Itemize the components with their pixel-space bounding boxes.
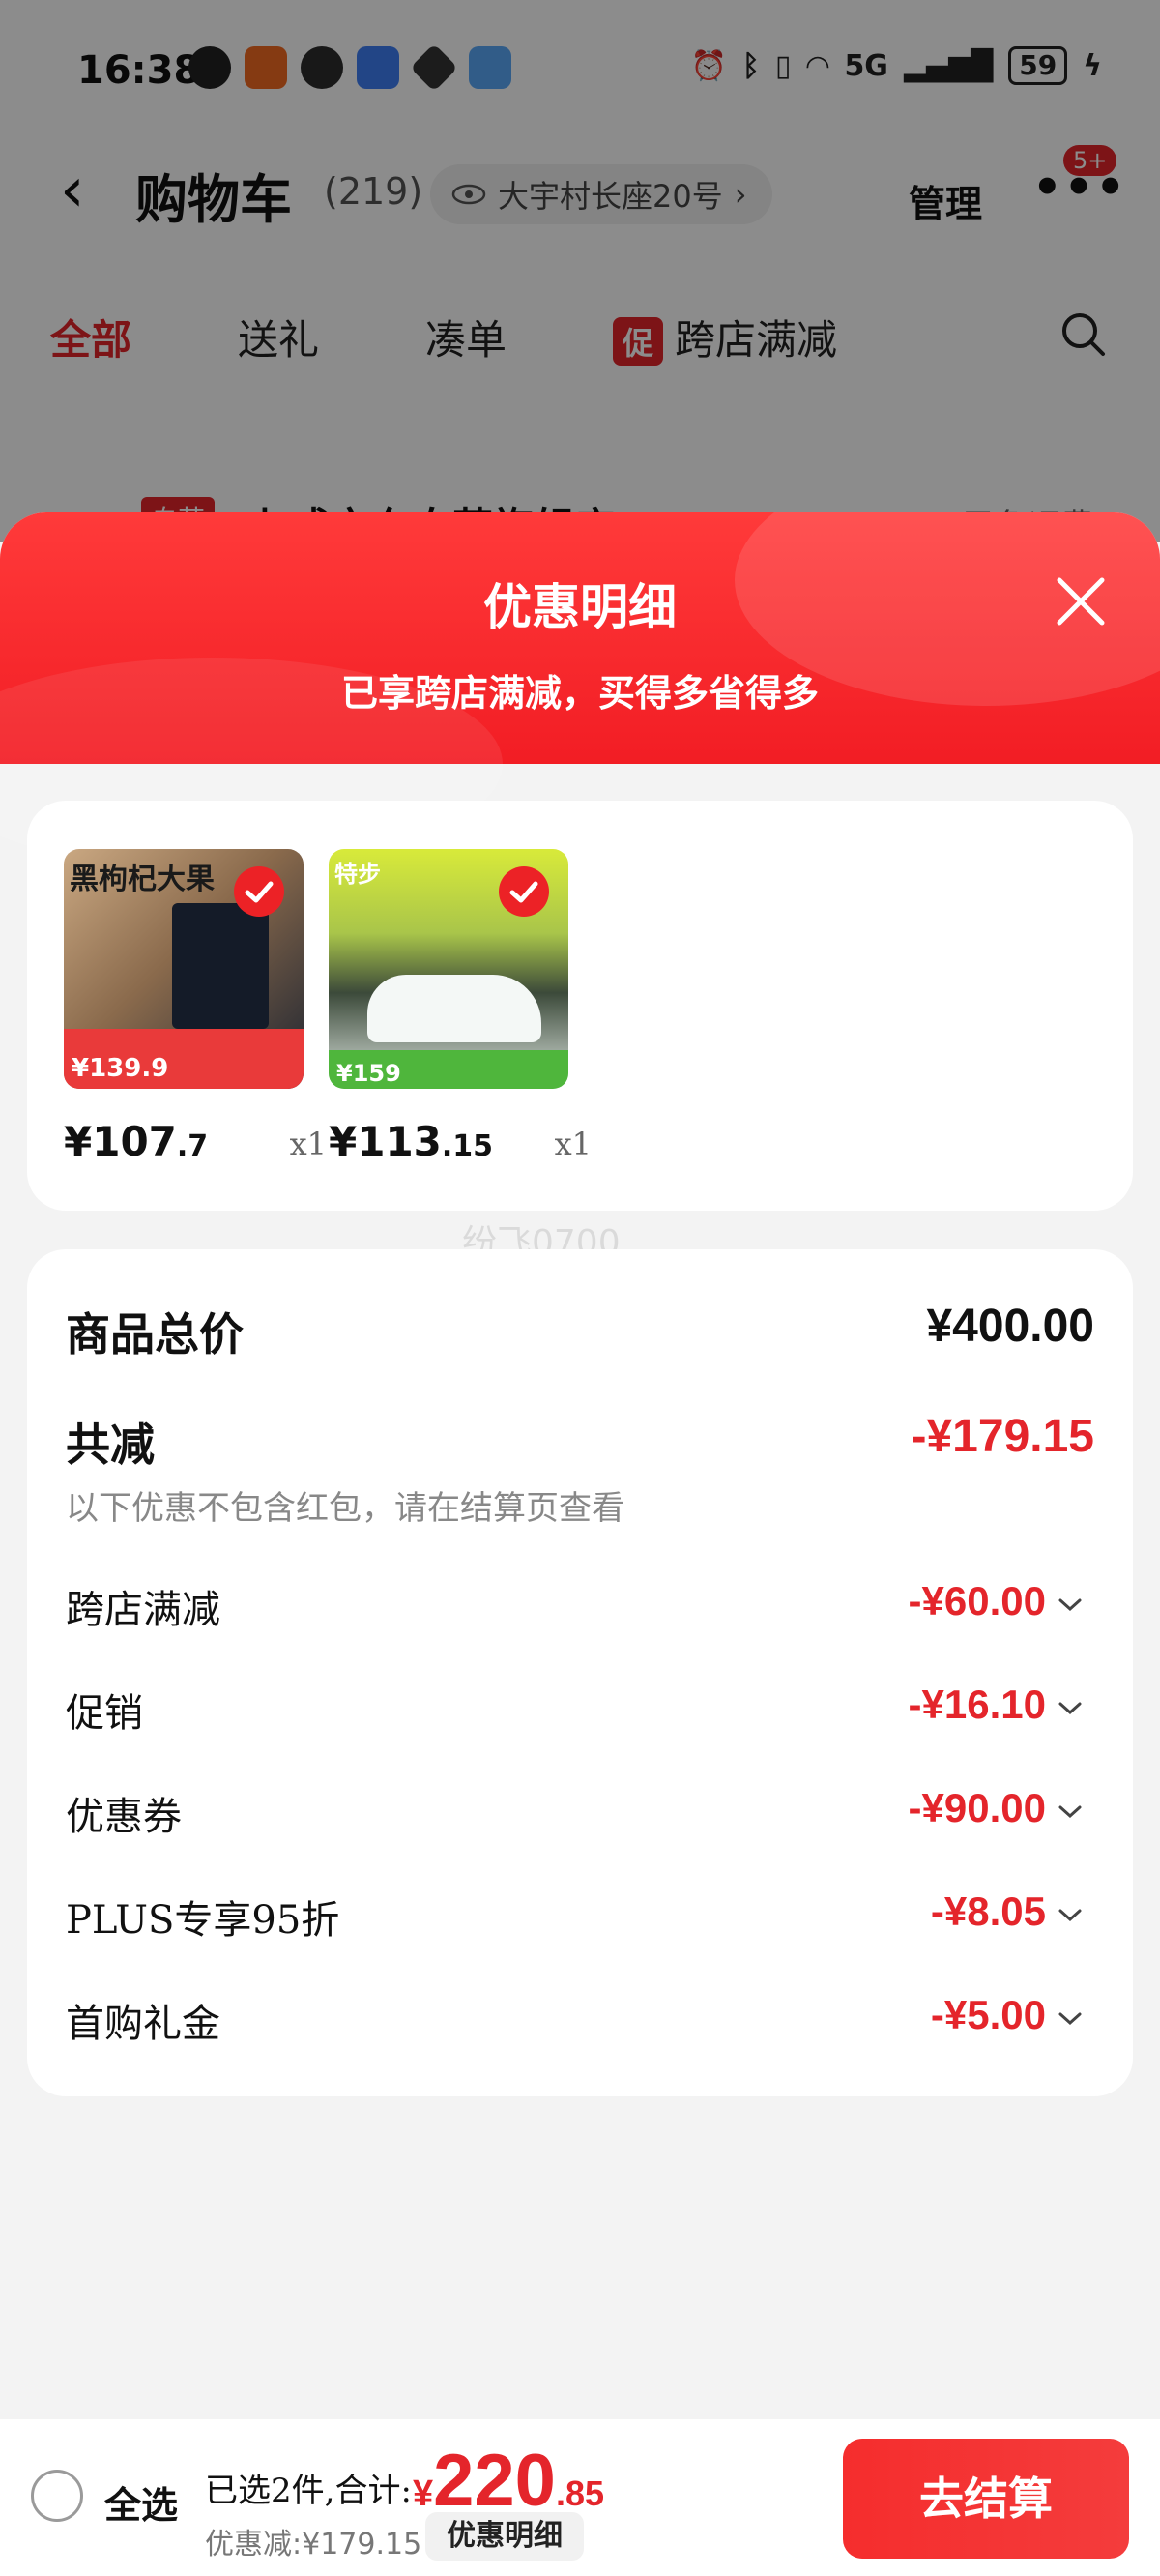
discount-detail-button[interactable]: 优惠明细 — [425, 2512, 584, 2561]
chevron-down-icon[interactable] — [1058, 1908, 1083, 1923]
product-image-text: 特步 — [334, 861, 381, 888]
discount-label: 促销 — [66, 1691, 143, 1736]
total-reduction-value: -¥179.15 — [911, 1411, 1095, 1462]
gift-box-shape — [172, 903, 269, 1029]
discount-value: -¥5.00 — [930, 1992, 1046, 2037]
price-decimal: .7 — [176, 1129, 209, 1163]
product-item[interactable]: 特步 ¥159 ¥113.15 x1 — [329, 849, 592, 1165]
discount-label: 首购礼金 — [66, 2002, 220, 2046]
product-item[interactable]: 黑枸杞大果 ¥139.9 ¥107.7 x1 — [64, 849, 327, 1165]
product-image-text: 黑枸杞大果 — [70, 863, 215, 896]
sheet-header: 优惠明细 已享跨店满减，买得多省得多 — [0, 512, 1160, 870]
discount-value: -¥90.00 — [908, 1785, 1046, 1830]
total-reduction-label: 共减 — [66, 1419, 155, 1471]
selected-products-card: 黑枸杞大果 ¥139.9 ¥107.7 x1 特步 ¥159 ¥113.15 x… — [27, 801, 1133, 1211]
discount-label: 跨店满减 — [66, 1588, 220, 1632]
discount-detail-sheet: 优惠明细 已享跨店满减，买得多省得多 黑枸杞大果 ¥139.9 ¥107.7 x… — [0, 512, 1160, 2576]
selected-check-icon — [499, 866, 549, 917]
checkout-bar: 全选 已选2件,合计: ¥220.85 优惠减:¥179.15 优惠明细 去结算 — [0, 2419, 1160, 2576]
total-integer: 220 — [433, 2440, 556, 2522]
product-image-badge: ¥159 — [336, 1060, 401, 1087]
sheet-subtitle: 已享跨店满减，买得多省得多 — [340, 671, 819, 715]
price-integer: ¥113 — [329, 1118, 442, 1165]
sheet-title: 优惠明细 — [483, 578, 677, 635]
price-integer: ¥107 — [64, 1118, 177, 1165]
select-all-radio[interactable] — [31, 2470, 83, 2522]
product-quantity: x1 — [289, 1126, 327, 1162]
total-amount: ¥220.85 — [413, 2439, 604, 2523]
total-decimal: .85 — [555, 2474, 604, 2513]
product-price: ¥107.7 — [64, 1118, 208, 1165]
discount-value: -¥8.05 — [930, 1888, 1046, 1934]
shoe-shape — [367, 975, 541, 1042]
chevron-down-icon[interactable] — [1058, 2011, 1083, 2027]
discount-label: PLUS专享95折 — [66, 1898, 340, 1943]
discount-info: 优惠减:¥179.15 — [205, 2528, 422, 2561]
chevron-down-icon[interactable] — [1058, 1804, 1083, 1820]
discount-note: 以下优惠不包含红包，请在结算页查看 — [66, 1489, 624, 1528]
close-icon[interactable] — [1046, 567, 1116, 636]
total-price-value: ¥400.00 — [926, 1301, 1094, 1352]
product-image[interactable]: 黑枸杞大果 ¥139.9 — [64, 849, 304, 1089]
product-image[interactable]: 特步 ¥159 — [329, 849, 568, 1089]
discount-value: -¥60.00 — [908, 1578, 1046, 1624]
discount-summary-card: 商品总价 ¥400.00 共减 -¥179.15 以下优惠不包含红包，请在结算页… — [27, 1249, 1133, 2096]
selected-check-icon — [234, 866, 284, 917]
product-quantity: x1 — [554, 1126, 592, 1162]
price-decimal: .15 — [441, 1129, 494, 1163]
select-all-label[interactable]: 全选 — [104, 2475, 178, 2529]
modal-backdrop[interactable] — [0, 0, 1160, 542]
selected-info: 已选2件,合计: — [205, 2472, 412, 2510]
checkout-button[interactable]: 去结算 — [843, 2439, 1129, 2559]
product-image-badge: ¥139.9 — [72, 1054, 169, 1083]
discount-label: 优惠券 — [66, 1795, 182, 1839]
product-price: ¥113.15 — [329, 1118, 493, 1165]
total-yen: ¥ — [413, 2474, 434, 2514]
chevron-down-icon[interactable] — [1058, 1701, 1083, 1716]
total-price-label: 商品总价 — [66, 1308, 244, 1361]
chevron-down-icon[interactable] — [1058, 1597, 1083, 1613]
discount-value: -¥16.10 — [908, 1682, 1046, 1727]
